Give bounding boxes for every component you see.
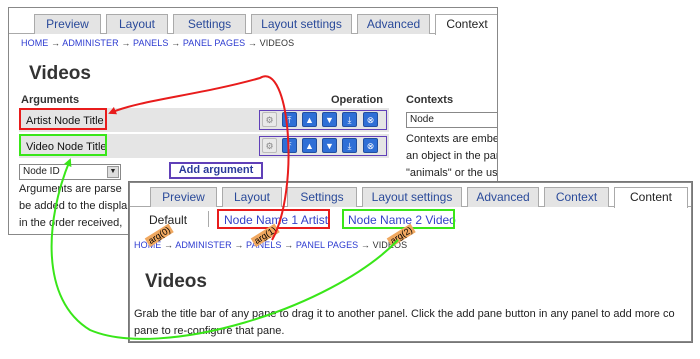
red-arrow	[108, 75, 290, 241]
green-arrow	[50, 158, 399, 340]
mapping-arrows	[50, 75, 399, 340]
